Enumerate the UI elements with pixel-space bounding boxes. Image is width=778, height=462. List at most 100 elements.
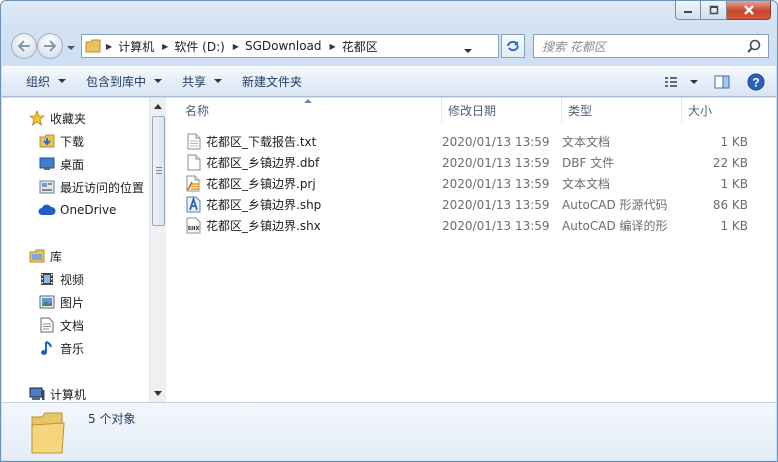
column-type[interactable]: 类型: [562, 98, 682, 123]
navigation-scrollbar[interactable]: [149, 98, 166, 402]
help-icon: ?: [747, 73, 765, 91]
address-bar[interactable]: ▶ 计算机 ▶ 软件 (D:) ▶ SGDownload ▶ 花都区: [81, 34, 499, 58]
recent-places-icon: [38, 179, 56, 195]
nav-libraries-label: 库: [50, 249, 63, 264]
nav-onedrive[interactable]: OneDrive: [38, 200, 116, 220]
nav-recent[interactable]: 最近访问的位置: [38, 177, 144, 197]
nav-favorites[interactable]: 收藏夹: [28, 108, 86, 128]
computer-icon: [28, 386, 46, 402]
nav-music-label: 音乐: [60, 341, 85, 356]
breadcrumb-sgdownload[interactable]: SGDownload: [245, 39, 322, 53]
organize-button[interactable]: 组织: [16, 70, 76, 94]
forward-button[interactable]: [37, 33, 63, 59]
arrow-left-icon: [17, 40, 30, 52]
view-controls: ?: [662, 71, 768, 93]
chevron-up-icon: [154, 104, 162, 109]
view-details-icon: [665, 77, 698, 87]
column-name-label: 名称: [185, 104, 210, 118]
file-row[interactable]: 花都区_乡镇边界.prj 2020/01/13 13:59 文本文档 1 KB: [185, 173, 748, 194]
file-row[interactable]: 花都区_乡镇边界.shp 2020/01/13 13:59 AutoCAD 形源…: [185, 194, 748, 215]
chevron-down-icon: [214, 79, 223, 83]
search-box[interactable]: 搜索 花都区: [533, 34, 769, 58]
back-button[interactable]: [11, 33, 37, 59]
file-name: 花都区_乡镇边界.prj: [206, 177, 316, 191]
nav-computer[interactable]: 计算机: [28, 384, 86, 404]
column-type-label: 类型: [568, 104, 593, 118]
maximize-button[interactable]: [701, 1, 727, 20]
include-in-library-button[interactable]: 包含到库中: [76, 70, 172, 94]
new-folder-button[interactable]: 新建文件夹: [232, 70, 312, 94]
file-list: 名称 修改日期 类型 大小 花都区_下载报告.txt 2020/01/13 13…: [168, 98, 776, 402]
nav-videos[interactable]: 视频: [38, 269, 84, 289]
picture-icon: [38, 294, 56, 310]
nav-documents[interactable]: 文档: [38, 315, 84, 335]
share-button[interactable]: 共享: [172, 70, 232, 94]
recent-pages-dropdown[interactable]: [67, 40, 75, 54]
shx-file-icon: SHX: [185, 217, 203, 235]
sort-ascending-icon: [304, 99, 312, 103]
share-label: 共享: [182, 75, 207, 89]
breadcrumb-separator[interactable]: ▶: [330, 42, 336, 51]
library-icon: [28, 248, 46, 264]
nav-downloads[interactable]: 下载: [38, 131, 84, 151]
nav-downloads-label: 下载: [60, 134, 85, 149]
scroll-down-button[interactable]: [150, 385, 166, 402]
breadcrumb-separator[interactable]: ▶: [162, 42, 168, 51]
navigation-row: ▶ 计算机 ▶ 软件 (D:) ▶ SGDownload ▶ 花都区 搜索 花都…: [9, 31, 769, 61]
minimize-button[interactable]: [675, 1, 701, 20]
breadcrumb-separator[interactable]: ▶: [106, 42, 112, 51]
column-name[interactable]: 名称: [168, 98, 442, 123]
chevron-down-icon: [67, 46, 75, 50]
column-size-label: 大小: [688, 104, 713, 118]
nav-pictures-label: 图片: [60, 295, 85, 310]
blank-file-icon: [185, 154, 203, 172]
scroll-up-button[interactable]: [150, 98, 166, 115]
nav-documents-label: 文档: [60, 318, 85, 333]
cloud-icon: [38, 202, 56, 218]
column-size[interactable]: 大小: [682, 98, 762, 123]
file-date: 2020/01/13 13:59: [442, 218, 550, 233]
document-icon: [38, 317, 56, 333]
autocad-shp-icon: [185, 196, 203, 214]
file-size: 86 KB: [712, 197, 748, 212]
preview-pane-icon: [714, 75, 730, 89]
file-date: 2020/01/13 13:59: [442, 155, 550, 170]
file-row[interactable]: 花都区_乡镇边界.dbf 2020/01/13 13:59 DBF 文件 22 …: [185, 152, 748, 173]
svg-text:?: ?: [752, 76, 759, 90]
help-button[interactable]: ?: [744, 71, 768, 93]
nav-recent-label: 最近访问的位置: [60, 180, 145, 195]
nav-music[interactable]: 音乐: [38, 338, 84, 358]
music-note-icon: [38, 340, 56, 356]
nav-onedrive-label: OneDrive: [60, 203, 117, 217]
file-name: 花都区_乡镇边界.shx: [206, 219, 321, 233]
search-icon: [747, 39, 761, 56]
breadcrumb-separator[interactable]: ▶: [233, 42, 239, 51]
include-in-library-label: 包含到库中: [86, 75, 147, 89]
breadcrumb-computer[interactable]: 计算机: [118, 38, 154, 55]
preview-pane-button[interactable]: [710, 71, 734, 93]
back-forward-group: [11, 33, 69, 59]
nav-pictures[interactable]: 图片: [38, 292, 84, 312]
file-size: 1 KB: [720, 134, 748, 149]
breadcrumb-current[interactable]: 花都区: [342, 38, 378, 55]
new-folder-label: 新建文件夹: [242, 75, 303, 89]
file-date: 2020/01/13 13:59: [442, 197, 550, 212]
file-row[interactable]: SHX 花都区_乡镇边界.shx 2020/01/13 13:59 AutoCA…: [185, 215, 748, 236]
nav-computer-label: 计算机: [50, 387, 87, 402]
file-type: 文本文档: [562, 135, 611, 149]
refresh-button[interactable]: [501, 34, 525, 58]
arrow-right-icon: [44, 40, 57, 52]
column-date[interactable]: 修改日期: [442, 98, 562, 123]
address-dropdown[interactable]: [464, 43, 472, 57]
change-view-button[interactable]: [662, 71, 700, 93]
nav-libraries[interactable]: 库: [28, 246, 62, 266]
close-button[interactable]: [727, 1, 771, 20]
scroll-thumb[interactable]: [152, 116, 165, 226]
file-row[interactable]: 花都区_下载报告.txt 2020/01/13 13:59 文本文档 1 KB: [185, 131, 748, 152]
prj-file-icon: [185, 175, 203, 193]
nav-desktop[interactable]: 桌面: [38, 154, 84, 174]
column-date-label: 修改日期: [448, 104, 497, 118]
explorer-window: ▶ 计算机 ▶ 软件 (D:) ▶ SGDownload ▶ 花都区 搜索 花都…: [0, 0, 778, 462]
breadcrumb-drive[interactable]: 软件 (D:): [174, 38, 224, 55]
column-headers: 名称 修改日期 类型 大小: [168, 98, 776, 123]
